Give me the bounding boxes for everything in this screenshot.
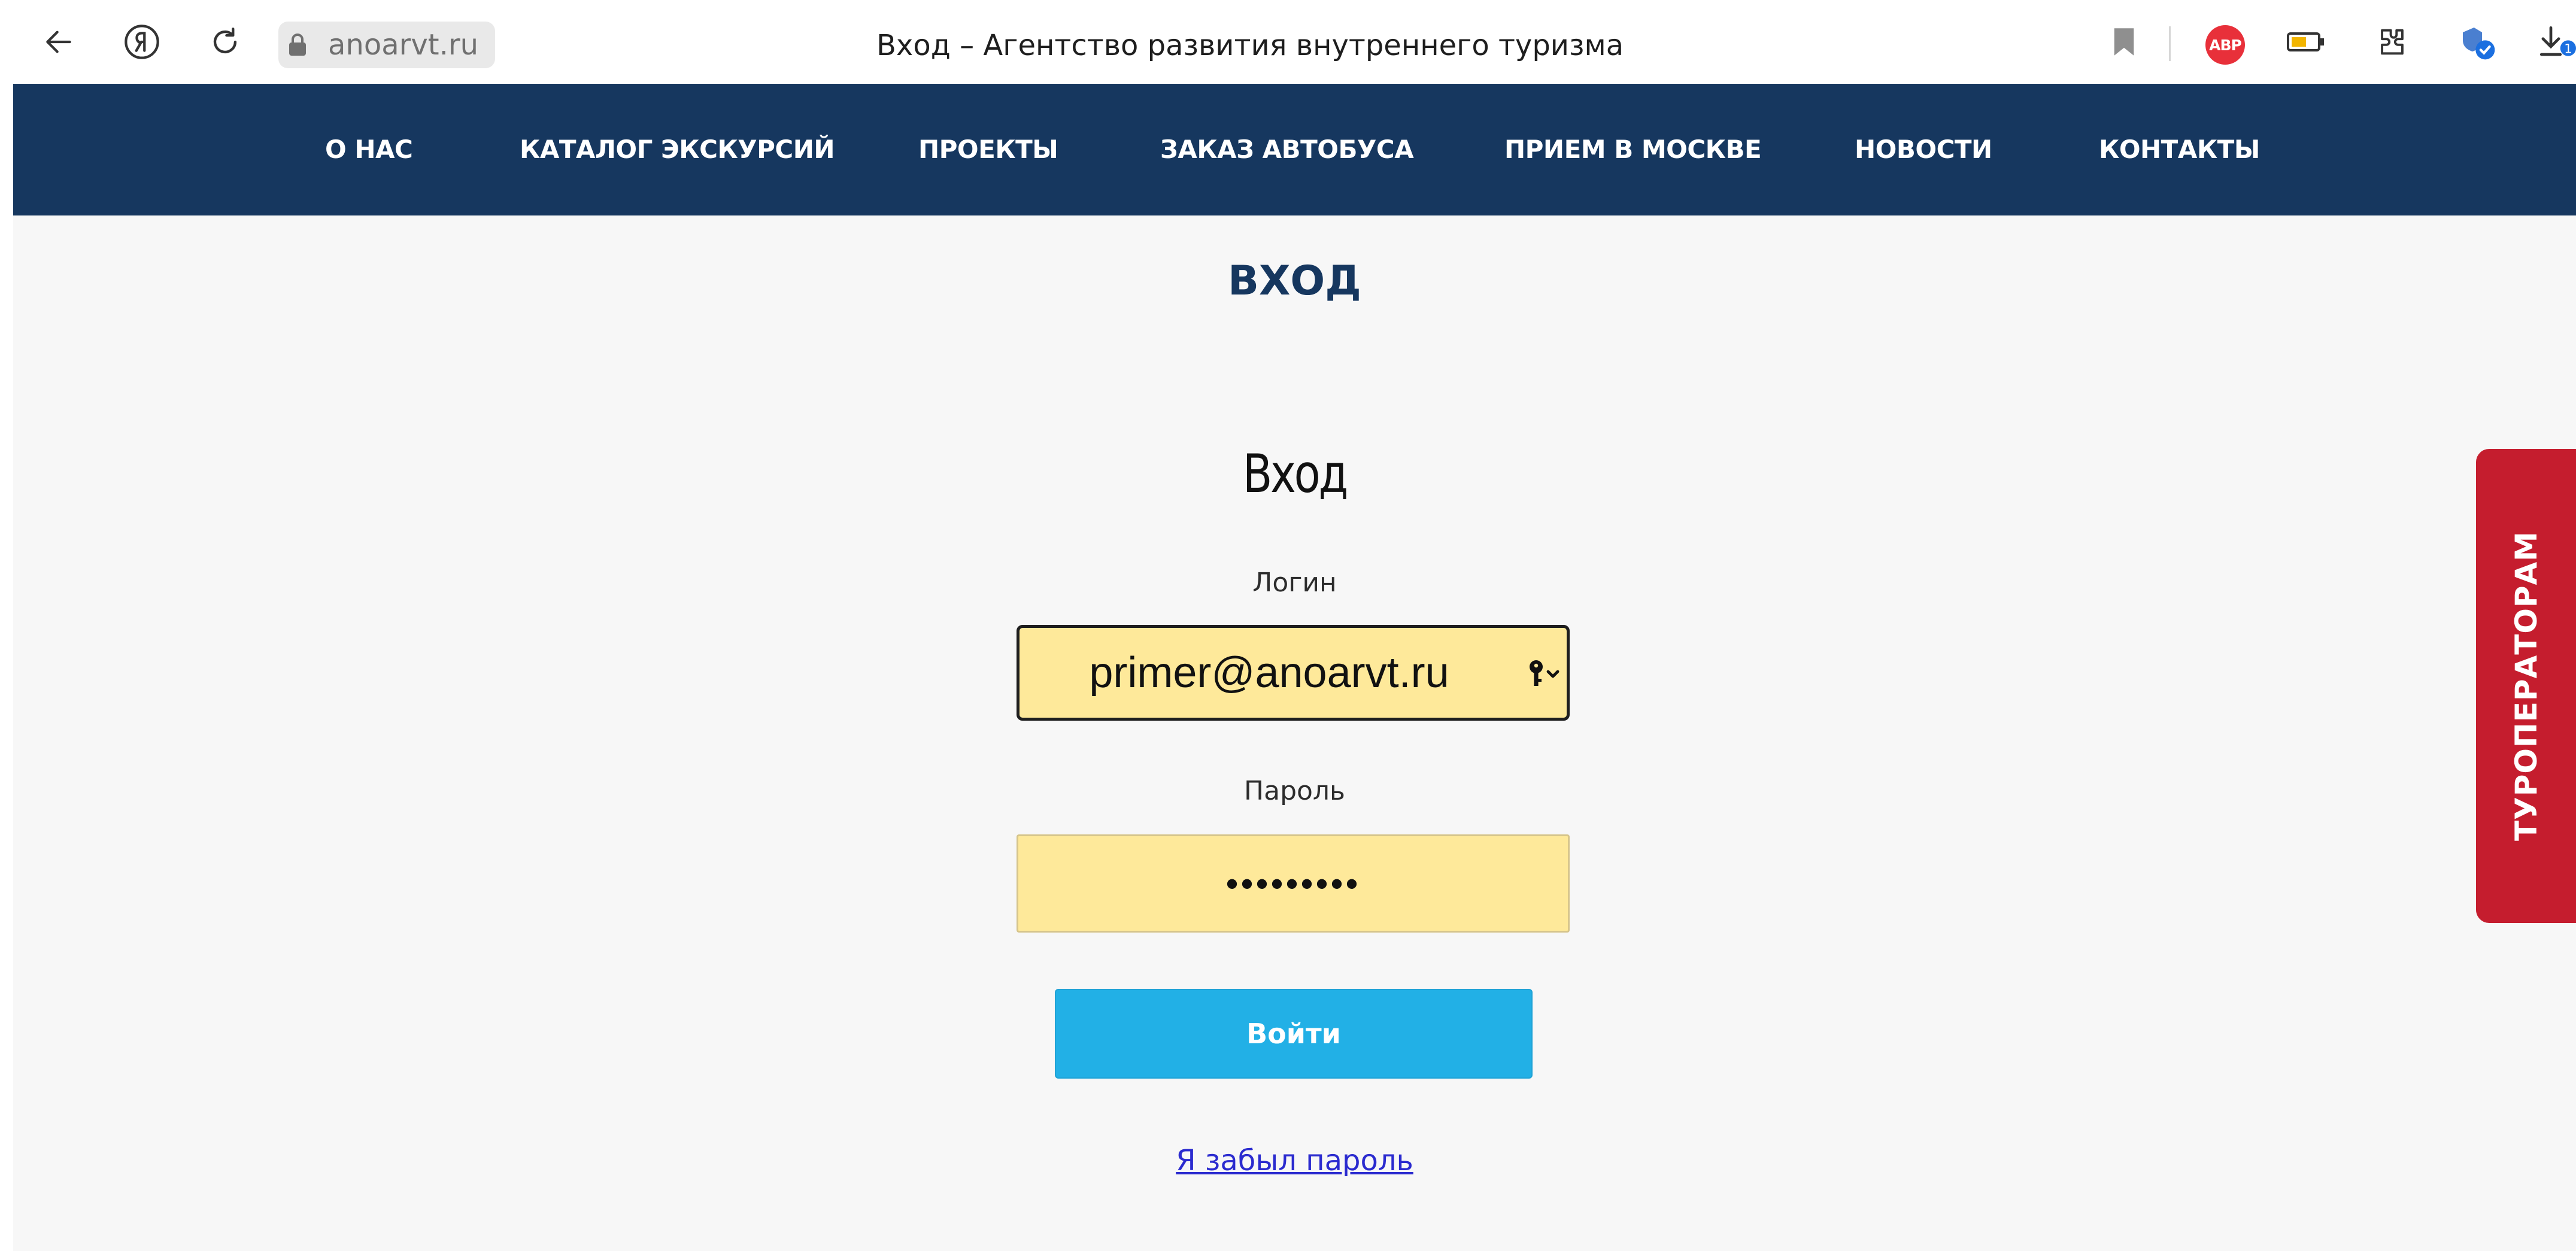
- nav-item-catalog[interactable]: КАТАЛОГ ЭКСКУРСИЙ: [520, 132, 835, 168]
- login-label: Логин: [1252, 567, 1337, 598]
- nav-item-moscow[interactable]: ПРИЕМ В МОСКВЕ: [1504, 132, 1762, 168]
- nav-item-projects[interactable]: ПРОЕКТЫ: [918, 132, 1058, 168]
- nav-item-about[interactable]: О НАС: [325, 132, 413, 168]
- download-badge: 1: [2564, 41, 2572, 56]
- password-field[interactable]: [1017, 834, 1570, 933]
- adblock-icon[interactable]: ABP: [2205, 25, 2245, 65]
- site-page: О НАС КАТАЛОГ ЭКСКУРСИЙ ПРОЕКТЫ ЗАКАЗ АВ…: [13, 84, 2576, 1251]
- yandex-icon[interactable]: [120, 20, 163, 63]
- battery-icon[interactable]: [2284, 20, 2328, 63]
- lock-icon[interactable]: [278, 22, 316, 68]
- page-title: ВХОД: [1228, 257, 1361, 305]
- tab-title: Вход – Агентство развития внутреннего ту…: [876, 29, 1624, 62]
- main-navigation: О НАС КАТАЛОГ ЭКСКУРСИЙ ПРОЕКТЫ ЗАКАЗ АВ…: [13, 84, 2576, 215]
- back-arrow-icon[interactable]: [37, 20, 80, 63]
- browser-toolbar: anoarvt.ru Вход – Агентство развития вну…: [0, 0, 2576, 84]
- forgot-password-link[interactable]: Я забыл пароль: [1176, 1144, 1413, 1177]
- download-icon[interactable]: 1: [2538, 20, 2576, 63]
- login-button[interactable]: Войти: [1055, 989, 1533, 1079]
- nav-item-news[interactable]: НОВОСТИ: [1855, 132, 1992, 168]
- tour-operators-tab[interactable]: ТУРОПЕРАТОРАМ: [2476, 449, 2576, 923]
- key-icon[interactable]: [1525, 657, 1561, 691]
- extension-icon[interactable]: [2371, 20, 2414, 63]
- nav-item-bus[interactable]: ЗАКАЗ АВТОБУСА: [1160, 132, 1414, 168]
- address-bar[interactable]: anoarvt.ru: [278, 22, 495, 68]
- nav-item-contacts[interactable]: КОНТАКТЫ: [2099, 132, 2260, 168]
- address-domain[interactable]: anoarvt.ru: [316, 22, 495, 68]
- forgot-password-row: Я забыл пароль: [13, 1140, 2576, 1182]
- form-title: Вход: [1242, 443, 1348, 505]
- shield-extension-icon[interactable]: [2456, 20, 2499, 63]
- login-field[interactable]: [1017, 625, 1570, 721]
- tour-operators-label: ТУРОПЕРАТОРАМ: [2508, 531, 2544, 841]
- bookmark-icon[interactable]: [2102, 20, 2146, 63]
- password-label: Пароль: [1244, 776, 1345, 806]
- toolbar-divider: [2169, 26, 2171, 61]
- reload-icon[interactable]: [204, 20, 247, 63]
